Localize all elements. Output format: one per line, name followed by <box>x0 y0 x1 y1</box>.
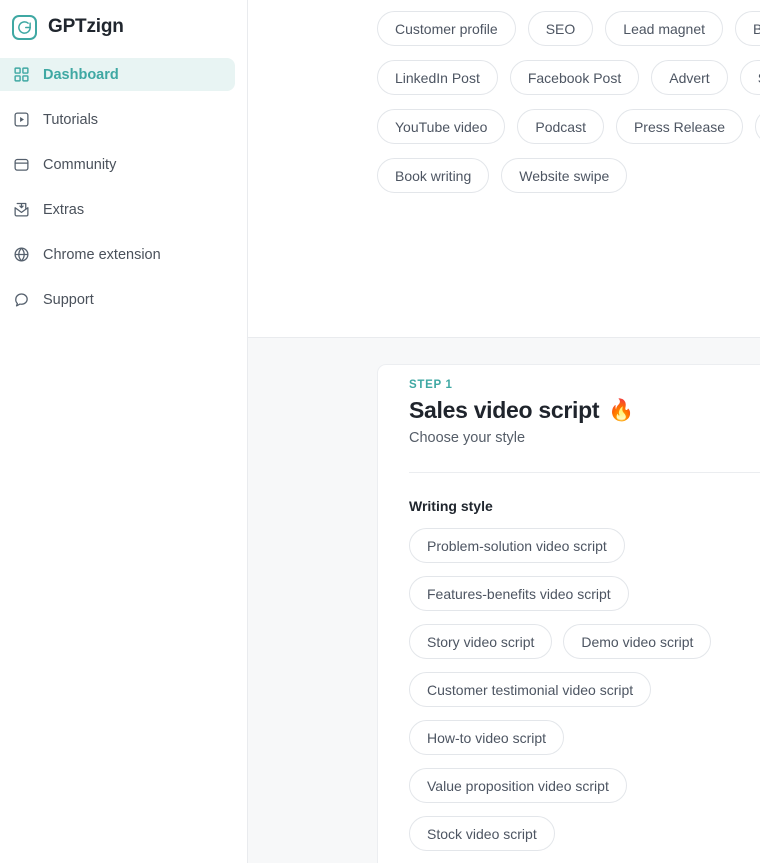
writing-style-pill[interactable]: Stock video script <box>409 816 555 851</box>
writing-style-pill[interactable]: Features-benefits video script <box>409 576 629 611</box>
page-title: Sales video script 🔥 <box>409 397 760 424</box>
category-pill[interactable]: Press Release <box>615 109 744 144</box>
sidebar-item-extras[interactable]: Extras <box>0 193 235 226</box>
category-pill[interactable]: SEO <box>527 11 594 46</box>
sidebar-item-label: Support <box>43 291 94 308</box>
main-content: Customer profileSEOLead magnetBlog postT… <box>248 0 760 863</box>
step-subtitle: Choose your style <box>409 430 526 446</box>
category-pill[interactable]: Facebook Post <box>509 60 640 95</box>
inbox-icon <box>12 201 30 219</box>
category-pill[interactable]: Customer profile <box>377 11 516 46</box>
window-icon <box>12 156 30 174</box>
writing-style-pill[interactable]: Demo video script <box>563 624 712 659</box>
chat-bubble-icon <box>12 291 30 309</box>
sidebar-item-chrome-extension[interactable]: Chrome extension <box>0 238 235 271</box>
page-title-text: Sales video script <box>409 397 600 423</box>
category-pill[interactable]: Advert <box>651 60 728 95</box>
sidebar-item-dashboard[interactable]: Dashboard <box>0 58 235 91</box>
writing-style-list: Problem-solution video script Features-be… <box>409 528 739 851</box>
category-pill[interactable]: Book writing <box>377 158 490 193</box>
sidebar-item-label: Community <box>43 156 117 173</box>
category-pill[interactable]: White Paper <box>755 109 760 144</box>
writing-style-pill[interactable]: Story video script <box>409 624 553 659</box>
category-pill[interactable]: Blog post <box>735 11 760 46</box>
category-pill[interactable]: Sales copy <box>739 60 760 95</box>
grid-icon <box>12 66 30 84</box>
card-divider <box>409 472 760 473</box>
step-panel: STEP 1 Sales video script 🔥 Choose your … <box>248 338 760 863</box>
sidebar-item-label: Extras <box>43 201 85 218</box>
writing-style-pill[interactable]: Customer testimonial video script <box>409 672 652 707</box>
sidebar-item-community[interactable]: Community <box>0 148 235 181</box>
step-label: STEP 1 <box>409 379 453 391</box>
sidebar-item-support[interactable]: Support <box>0 283 235 316</box>
writing-style-pill[interactable]: Value proposition video script <box>409 768 627 803</box>
sidebar-item-label: Tutorials <box>43 111 99 128</box>
globe-icon <box>12 246 30 264</box>
fire-icon: 🔥 <box>608 399 635 422</box>
sidebar: GPTzign Dashboard Tutorials Community Ex… <box>0 0 248 863</box>
step-card: STEP 1 Sales video script 🔥 Choose your … <box>377 364 760 863</box>
writing-style-label: Writing style <box>409 498 493 514</box>
play-square-icon <box>12 111 30 129</box>
category-pill[interactable]: YouTube video <box>377 109 506 144</box>
brand[interactable]: GPTzign <box>0 0 247 54</box>
writing-style-pill[interactable]: Problem-solution video script <box>409 528 625 563</box>
category-pill[interactable]: LinkedIn Post <box>377 60 498 95</box>
sidebar-item-tutorials[interactable]: Tutorials <box>0 103 235 136</box>
category-pill-list: Customer profileSEOLead magnetBlog postT… <box>377 11 760 193</box>
brand-name: GPTzign <box>48 16 124 37</box>
category-pill[interactable]: Podcast <box>517 109 604 144</box>
gptzign-logo-icon <box>12 14 37 40</box>
sidebar-item-label: Dashboard <box>43 66 119 83</box>
category-pill[interactable]: Website swipe <box>501 158 628 193</box>
category-pill[interactable]: Lead magnet <box>605 11 724 46</box>
app-root: GPTzign Dashboard Tutorials Community Ex… <box>0 0 760 863</box>
sidebar-item-label: Chrome extension <box>43 246 161 263</box>
category-selector: Customer profileSEOLead magnetBlog postT… <box>248 0 760 338</box>
writing-style-pill[interactable]: How-to video script <box>409 720 565 755</box>
sidebar-nav: Dashboard Tutorials Community Extras Chr… <box>0 54 247 316</box>
